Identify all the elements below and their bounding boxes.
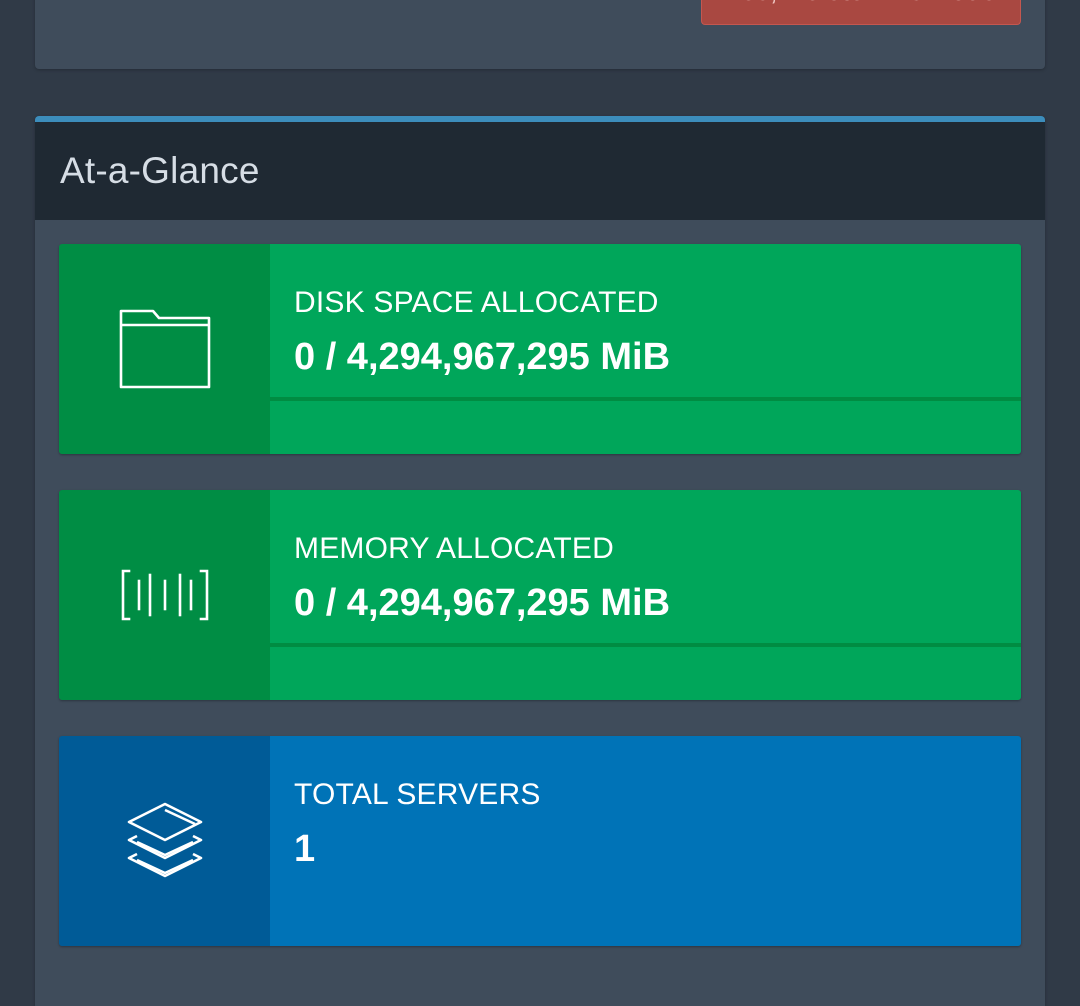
memory-info-box: MEMORY ALLOCATED 0 / 4,294,967,295 MiB: [59, 490, 1021, 700]
info-box-label: DISK SPACE ALLOCATED: [294, 286, 659, 319]
memory-icon: [59, 490, 270, 700]
info-box-value: 0 / 4,294,967,295 MiB: [294, 336, 671, 378]
info-box-content: TOTAL SERVERS 1: [270, 736, 1021, 946]
delete-node-panel: Yes, Delete This Node: [35, 0, 1045, 69]
disk-space-info-box: DISK SPACE ALLOCATED 0 / 4,294,967,295 M…: [59, 244, 1021, 454]
layers-icon: [59, 736, 270, 946]
page: Yes, Delete This Node At-a-Glance DISK S…: [0, 0, 1080, 1006]
at-a-glance-panel: At-a-Glance DISK SPACE ALLOCATED 0 / 4,2…: [35, 116, 1045, 1006]
info-box-content: MEMORY ALLOCATED 0 / 4,294,967,295 MiB: [270, 490, 1021, 700]
progress-bar: [270, 643, 1021, 647]
progress-bar: [270, 397, 1021, 401]
folder-icon: [59, 244, 270, 454]
panel-title: At-a-Glance: [60, 150, 260, 191]
info-box-value: 1: [294, 828, 316, 870]
info-box-label: MEMORY ALLOCATED: [294, 532, 614, 565]
info-box-value: 0 / 4,294,967,295 MiB: [294, 582, 671, 624]
panel-header: At-a-Glance: [35, 122, 1045, 220]
delete-node-button[interactable]: Yes, Delete This Node: [701, 0, 1021, 25]
info-box-content: DISK SPACE ALLOCATED 0 / 4,294,967,295 M…: [270, 244, 1021, 454]
info-box-label: TOTAL SERVERS: [294, 778, 541, 811]
total-servers-info-box: TOTAL SERVERS 1: [59, 736, 1021, 946]
